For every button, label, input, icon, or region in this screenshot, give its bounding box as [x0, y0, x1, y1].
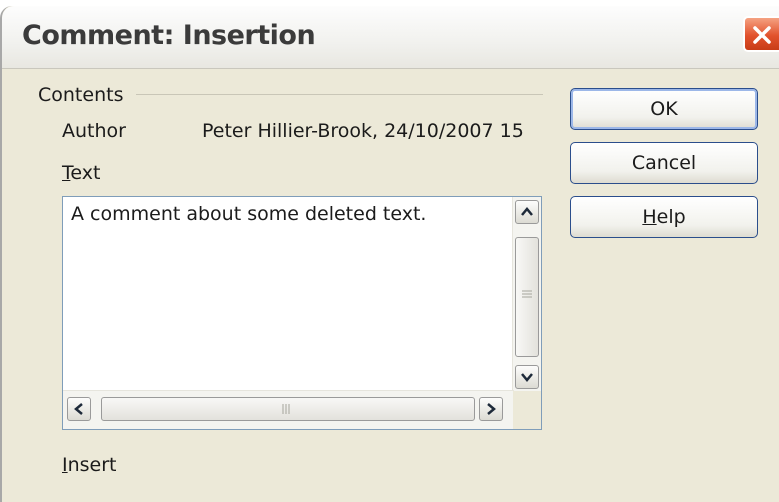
scroll-up-icon [521, 207, 533, 216]
window-title: Comment: Insertion [22, 20, 316, 51]
help-button[interactable]: Help [570, 196, 758, 238]
grip-icon [282, 404, 290, 414]
scroll-left-icon [74, 403, 83, 415]
text-label-rest: ext [70, 162, 101, 184]
author-label: Author [62, 120, 126, 142]
scroll-down-icon [521, 373, 533, 382]
comment-text: A comment about some deleted text. [71, 203, 427, 225]
insert-label-rest: nsert [67, 454, 117, 476]
ok-button[interactable]: OK [570, 88, 758, 130]
scroll-left-button[interactable] [67, 397, 91, 421]
help-button-rest: elp [656, 206, 686, 228]
horizontal-scrollbar[interactable] [63, 390, 514, 429]
scroll-right-icon [487, 403, 496, 415]
insert-label: Insert [62, 454, 117, 476]
title-bar[interactable]: Comment: Insertion [2, 6, 779, 69]
author-value: Peter Hillier-Brook, 24/10/2007 15 [202, 120, 524, 142]
vertical-scroll-thumb[interactable] [515, 237, 539, 357]
grip-icon [522, 290, 532, 298]
scrollbar-corner [513, 391, 541, 429]
horizontal-scroll-thumb[interactable] [101, 397, 475, 421]
scroll-right-button[interactable] [479, 397, 503, 421]
help-button-mnemonic: H [642, 206, 657, 228]
scroll-up-button[interactable] [515, 200, 539, 224]
vertical-scrollbar[interactable] [512, 197, 541, 392]
close-button[interactable] [743, 16, 779, 52]
comment-textarea[interactable]: A comment about some deleted text. [62, 196, 542, 430]
contents-group-label: Contents [38, 84, 124, 106]
text-label: Text [62, 162, 100, 184]
close-icon [753, 26, 771, 44]
cancel-button[interactable]: Cancel [570, 142, 758, 184]
dialog-window: Comment: Insertion Contents Author Peter… [0, 6, 779, 502]
scroll-down-button[interactable] [515, 365, 539, 389]
group-divider [136, 94, 543, 95]
